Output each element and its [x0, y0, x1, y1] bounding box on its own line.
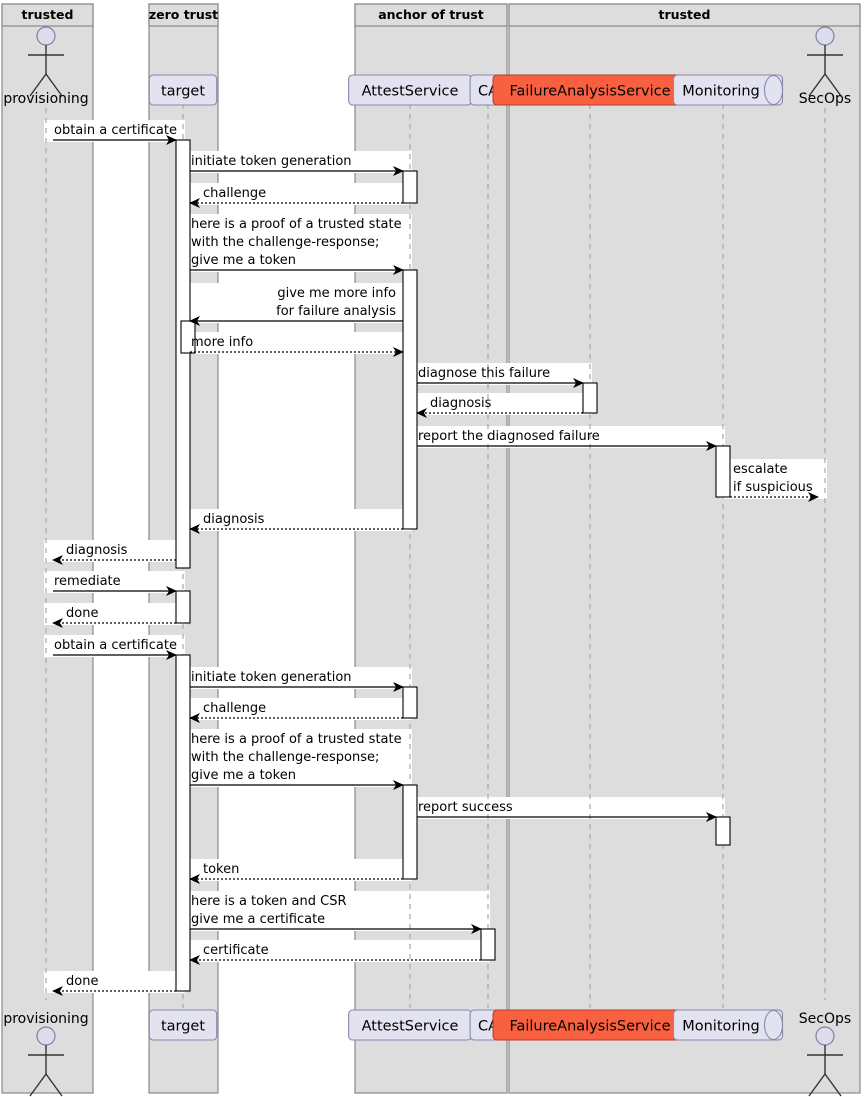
activation-bar-p-attestservice — [402, 269, 418, 530]
message-label: with the challenge-response; — [191, 235, 379, 250]
activation-bar-p-attestservice — [402, 170, 418, 204]
group-box-g-trusted-right — [508, 3, 861, 1094]
participant-label: target — [161, 1019, 205, 1035]
message-label: here is a proof of a trusted state — [191, 217, 402, 232]
message-label: give me a certificate — [191, 912, 325, 927]
message-label: escalate — [733, 462, 788, 477]
group-label: trusted — [22, 7, 74, 22]
message-label: here is a proof of a trusted state — [191, 732, 402, 747]
participant-label: SecOps — [799, 1011, 851, 1027]
participant-label: FailureAnalysisService — [509, 1019, 670, 1035]
message-label: diagnosis — [66, 543, 128, 558]
message-label: diagnose this failure — [418, 366, 550, 381]
participant-label: target — [161, 84, 205, 100]
participant-label: AttestService — [362, 1019, 459, 1035]
message-label: token — [203, 862, 239, 877]
activation-bar-p-monitoring — [715, 445, 731, 498]
message-label: more info — [191, 335, 253, 350]
message-label: initiate token generation — [191, 154, 352, 169]
message-label: for failure analysis — [276, 304, 396, 319]
participant-label: provisioning — [3, 91, 88, 107]
activation-bar-p-ca — [480, 928, 496, 961]
activation-bar-p-target — [175, 590, 191, 624]
participant-p-monitoring[interactable]: Monitoring — [672, 74, 784, 106]
message-label: if suspicious — [733, 480, 813, 495]
activation-bar-p-target — [175, 139, 191, 569]
message-label: initiate token generation — [191, 670, 352, 685]
participant-label: AttestService — [362, 84, 459, 100]
participant-label: provisioning — [3, 1011, 88, 1027]
participant-label: SecOps — [799, 91, 851, 107]
message-label: report success — [418, 800, 513, 815]
message-label: done — [66, 606, 98, 621]
participant-label: Monitoring — [682, 84, 760, 100]
group-label: zero trust — [149, 7, 218, 22]
message-label: give me more info — [277, 286, 396, 301]
activation-bar-p-attestservice — [402, 686, 418, 719]
message-m15: obtain a certificate — [53, 638, 177, 660]
message-label: here is a token and CSR — [191, 894, 346, 909]
message-label: give me a token — [191, 768, 296, 783]
actor-head-icon — [815, 26, 835, 46]
group-label: trusted — [659, 7, 711, 22]
participant-p-target[interactable]: target — [148, 1009, 218, 1041]
actor-head-icon — [36, 1026, 56, 1046]
participant-label: FailureAnalysisService — [509, 84, 670, 100]
participant-p-attestservice[interactable]: AttestService — [348, 74, 472, 106]
participant-p-monitoring[interactable]: Monitoring — [672, 1009, 784, 1041]
message-label: challenge — [203, 701, 266, 716]
message-label: give me a token — [191, 253, 296, 268]
actor-head-icon — [815, 1026, 835, 1046]
participant-p-target[interactable]: target — [148, 74, 218, 106]
message-label: obtain a certificate — [54, 123, 177, 138]
activation-bar-p-monitoring — [715, 816, 731, 846]
message-m1: obtain a certificate — [53, 123, 177, 145]
group-label: anchor of trust — [378, 7, 484, 22]
queue-cap-icon — [763, 1009, 784, 1041]
message-label: done — [66, 974, 98, 989]
queue-cap-icon — [763, 74, 784, 106]
message-label: diagnosis — [203, 512, 265, 527]
participant-p-failureanalysisservice[interactable]: FailureAnalysisService — [492, 74, 688, 106]
activation-bar-p-failureanalysisservice — [582, 382, 598, 414]
sequence-diagram-canvas: trusted zero trust anchor of trust trusted … — [0, 0, 866, 1097]
participant-p-failureanalysisservice[interactable]: FailureAnalysisService — [492, 1009, 688, 1041]
activation-bar-p-attestservice — [402, 784, 418, 880]
message-label: diagnosis — [430, 396, 492, 411]
message-label: certificate — [203, 943, 269, 958]
actor-head-icon — [36, 26, 56, 46]
message-label: challenge — [203, 186, 266, 201]
participant-p-attestservice[interactable]: AttestService — [348, 1009, 472, 1041]
message-label: report the diagnosed failure — [418, 429, 600, 444]
message-label: with the challenge-response; — [191, 750, 379, 765]
activation-bar-p-target — [175, 654, 191, 992]
message-label: remediate — [54, 574, 121, 589]
message-label: obtain a certificate — [54, 638, 177, 653]
participant-label: Monitoring — [682, 1019, 760, 1035]
